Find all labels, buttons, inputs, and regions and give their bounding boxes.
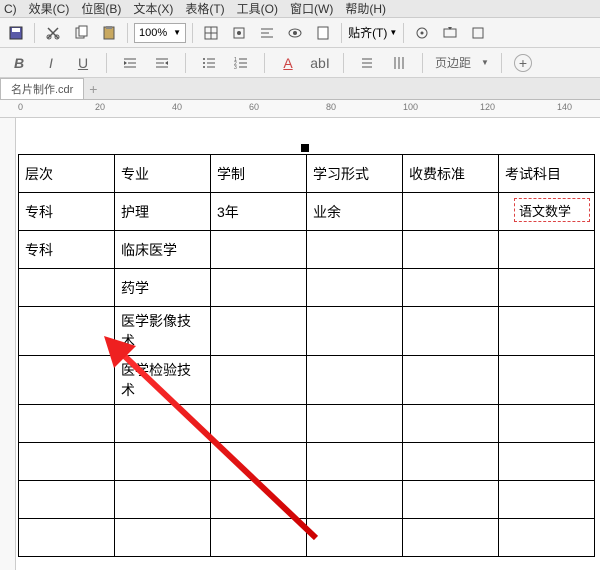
page-icon[interactable] [311, 21, 335, 45]
selection-handle[interactable] [301, 144, 309, 152]
copy-icon[interactable] [69, 21, 93, 45]
col-header[interactable]: 层次 [19, 155, 115, 193]
vertical-ruler [0, 118, 16, 570]
cut-icon[interactable] [41, 21, 65, 45]
table-row: 医学影像技术 [19, 307, 595, 356]
indent-left-icon[interactable] [119, 52, 141, 74]
paste-icon[interactable] [97, 21, 121, 45]
save-icon[interactable] [4, 21, 28, 45]
menu-item[interactable]: 文本(X) [133, 0, 173, 17]
font-color-icon[interactable]: A [277, 52, 299, 74]
editing-cell[interactable]: 语文数学 [514, 198, 590, 222]
col-header[interactable]: 学制 [211, 155, 307, 193]
col-header[interactable]: 学习形式 [307, 155, 403, 193]
table-row: 专科临床医学 [19, 231, 595, 269]
tab-active[interactable]: 名片制作.cdr [0, 78, 84, 99]
table-row [19, 519, 595, 557]
grid-icon[interactable] [199, 21, 223, 45]
italic-icon[interactable]: I [40, 52, 62, 74]
align-lines-icon[interactable] [356, 52, 378, 74]
chevron-down-icon: ▼ [481, 58, 489, 67]
align-icon[interactable] [255, 21, 279, 45]
table-row [19, 481, 595, 519]
table-header-row: 层次 专业 学制 学习形式 收费标准 考试科目 [19, 155, 595, 193]
bullet-list-icon[interactable] [198, 52, 220, 74]
eye-icon[interactable] [283, 21, 307, 45]
options-icon[interactable] [410, 21, 434, 45]
table-row [19, 443, 595, 481]
menu-item[interactable]: 窗口(W) [290, 0, 333, 17]
menu-item[interactable]: 帮助(H) [345, 0, 386, 17]
table-row [19, 405, 595, 443]
text-style-icon[interactable]: abI [309, 52, 331, 74]
table-row: 药学 [19, 269, 595, 307]
table-row: 医学检验技术 [19, 356, 595, 405]
chevron-down-icon: ▼ [389, 28, 397, 37]
horizontal-ruler: 0 20 40 60 80 100 120 140 [0, 100, 600, 118]
menu-bar: C) 效果(C) 位图(B) 文本(X) 表格(T) 工具(O) 窗口(W) 帮… [0, 0, 600, 18]
columns-icon[interactable] [388, 52, 410, 74]
document-tabs: 名片制作.cdr + [0, 78, 600, 100]
menu-item[interactable]: 位图(B) [81, 0, 121, 17]
launch-icon[interactable] [438, 21, 462, 45]
main-toolbar: 100% ▼ 贴齐(T) ▼ [0, 18, 600, 48]
zoom-value: 100% [139, 27, 167, 39]
table-row: 专科护理3年业余 [19, 193, 595, 231]
indent-right-icon[interactable] [151, 52, 173, 74]
menu-item[interactable]: 效果(C) [29, 0, 70, 17]
menu-item[interactable]: 工具(O) [237, 0, 278, 17]
canvas-area[interactable]: 层次 专业 学制 学习形式 收费标准 考试科目 专科护理3年业余 专科临床医学 … [16, 118, 600, 570]
menu-item[interactable]: C) [4, 2, 17, 16]
snap-dropdown[interactable]: 贴齐(T) ▼ [348, 24, 397, 41]
svg-text:3: 3 [234, 65, 237, 71]
add-icon[interactable]: + [514, 54, 532, 72]
data-table[interactable]: 层次 专业 学制 学习形式 收费标准 考试科目 专科护理3年业余 专科临床医学 … [18, 154, 595, 557]
col-header[interactable]: 收费标准 [403, 155, 499, 193]
page-margin-label[interactable]: 页边距 [435, 54, 471, 71]
bold-icon[interactable]: B [8, 52, 30, 74]
menu-item[interactable]: 表格(T) [185, 0, 224, 17]
tab-add-button[interactable]: + [84, 81, 102, 97]
chevron-down-icon: ▼ [173, 28, 181, 37]
col-header[interactable]: 考试科目 [499, 155, 595, 193]
number-list-icon[interactable]: 123 [230, 52, 252, 74]
snap-icon[interactable] [227, 21, 251, 45]
zoom-combo[interactable]: 100% ▼ [134, 23, 186, 43]
format-toolbar: B I U 123 A abI 页边距 ▼ + [0, 48, 600, 78]
underline-icon[interactable]: U [72, 52, 94, 74]
col-header[interactable]: 专业 [115, 155, 211, 193]
extra-icon[interactable] [466, 21, 490, 45]
